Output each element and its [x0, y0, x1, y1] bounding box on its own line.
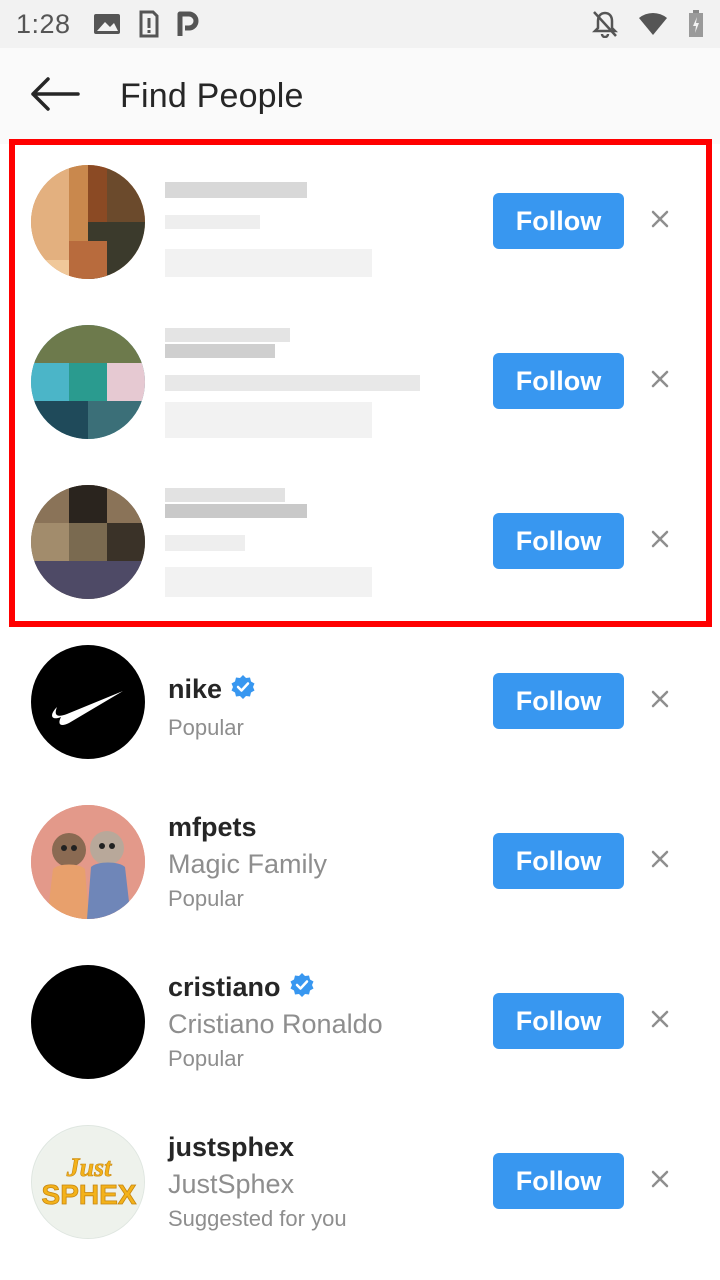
follow-button[interactable]: Follow: [493, 993, 624, 1049]
follow-button[interactable]: Follow: [493, 1153, 624, 1209]
suggestion-context: Popular: [168, 715, 244, 740]
full-name: JustSphex: [168, 1169, 295, 1199]
close-icon: [650, 689, 670, 714]
username[interactable]: justsphex: [168, 1132, 294, 1163]
follow-button[interactable]: Follow: [493, 833, 624, 889]
dismiss-button[interactable]: [640, 361, 680, 401]
wifi-icon: [638, 12, 668, 36]
dismiss-button[interactable]: [640, 841, 680, 881]
blurred-suggestion-row[interactable]: Follow: [0, 462, 720, 622]
avatar[interactable]: [31, 165, 145, 279]
dismiss-button[interactable]: [640, 681, 680, 721]
follow-button[interactable]: Follow: [493, 193, 624, 249]
image-icon: [93, 13, 121, 35]
notifications-off-icon: [592, 10, 618, 38]
verified-badge-icon: [289, 972, 315, 1003]
dismiss-button[interactable]: [640, 201, 680, 241]
avatar[interactable]: [31, 805, 145, 919]
nike-logo: [52, 691, 123, 725]
username[interactable]: mfpets: [168, 812, 257, 843]
dismiss-button[interactable]: [640, 1161, 680, 1201]
avatar[interactable]: [31, 325, 145, 439]
follow-button[interactable]: Follow: [493, 353, 624, 409]
status-bar: 1:28: [0, 0, 720, 48]
follow-button[interactable]: Follow: [493, 513, 624, 569]
avatar[interactable]: [31, 965, 145, 1079]
avatar[interactable]: Just SPHEX: [31, 1125, 145, 1239]
full-name: Cristiano Ronaldo: [168, 1009, 383, 1039]
status-time: 1:28: [16, 8, 71, 39]
suggestion-row-mfpets[interactable]: mfpets Magic Family Popular Follow: [0, 782, 720, 942]
battery-icon: [688, 10, 704, 38]
justsphex-logo: Just SPHEX: [33, 1127, 144, 1238]
avatar[interactable]: [31, 485, 145, 599]
close-icon: [650, 209, 670, 234]
close-icon: [650, 849, 670, 874]
app-bar: Find People: [0, 48, 720, 144]
close-icon: [650, 1169, 670, 1194]
blurred-suggestion-row[interactable]: Follow: [0, 302, 720, 462]
pets-photo: [31, 805, 145, 919]
suggestion-context: Popular: [168, 1046, 244, 1071]
close-icon: [650, 529, 670, 554]
sim-alert-icon: [139, 10, 159, 38]
close-icon: [650, 1009, 670, 1034]
blurred-suggestion-row[interactable]: Follow: [0, 142, 720, 302]
avatar[interactable]: [31, 645, 145, 759]
follow-button[interactable]: Follow: [493, 673, 624, 729]
suggestion-context: Popular: [168, 886, 244, 911]
username[interactable]: nike: [168, 674, 222, 705]
suggestion-row-justsphex[interactable]: Just SPHEX justsphex JustSphex Suggested…: [0, 1102, 720, 1262]
parking-icon: [177, 11, 199, 37]
suggestion-context: Suggested for you: [168, 1206, 347, 1231]
close-icon: [650, 369, 670, 394]
page-title: Find People: [120, 76, 304, 115]
svg-text:Just: Just: [66, 1153, 113, 1182]
full-name: Magic Family: [168, 849, 328, 879]
suggestion-row-cristiano[interactable]: cristiano Cristiano Ronaldo Popular Foll…: [0, 942, 720, 1102]
svg-text:SPHEX: SPHEX: [42, 1179, 137, 1210]
verified-badge-icon: [230, 674, 256, 705]
back-button[interactable]: [0, 48, 110, 144]
dismiss-button[interactable]: [640, 1001, 680, 1041]
username[interactable]: cristiano: [168, 972, 281, 1003]
suggestion-row-nike[interactable]: nike Popular Follow: [0, 622, 720, 782]
dismiss-button[interactable]: [640, 521, 680, 561]
arrow-back-icon: [30, 76, 80, 116]
